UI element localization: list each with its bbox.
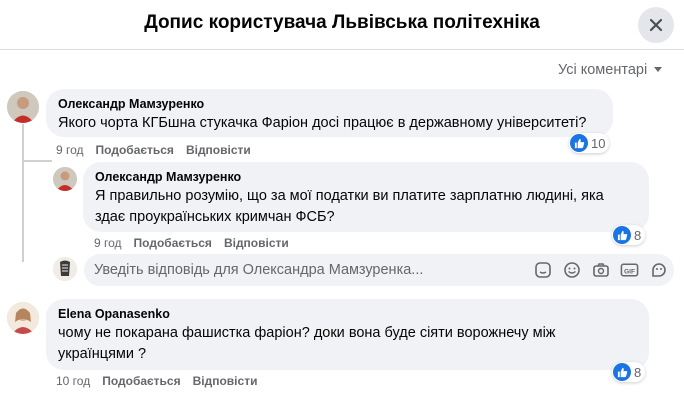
reply-button[interactable]: Відповісти	[224, 236, 289, 250]
chevron-down-icon	[654, 67, 663, 72]
comment-actions: 9 год Подобається Відповісти	[56, 143, 251, 157]
like-icon	[570, 134, 588, 152]
dialog-header: Допис користувача Львівська політехніка	[0, 0, 684, 50]
like-button[interactable]: Подобається	[102, 374, 180, 388]
like-button[interactable]: Подобається	[96, 143, 174, 157]
comment-bubble: Elena Opanasenko чому не покарана фашист…	[46, 299, 649, 370]
reaction-count[interactable]: 10	[569, 133, 610, 153]
avatar[interactable]	[7, 91, 39, 123]
comment-text: Якого чорта КГБшна стукачка Фаріон досі …	[58, 115, 587, 131]
comment-text: чому не покарана фашистка фаріон? доки в…	[58, 325, 556, 362]
like-icon	[613, 363, 631, 381]
avatar[interactable]	[53, 167, 77, 191]
comment-sort-dropdown[interactable]: Усі коментарі	[558, 62, 663, 78]
gif-icon[interactable]: GIF	[620, 260, 639, 279]
reply-text: Я правильно розумію, що за мої податки в…	[95, 188, 604, 225]
composer-icons: GIF	[533, 260, 668, 279]
comment-author[interactable]: Elena Opanasenko	[58, 307, 170, 321]
comment-time[interactable]: 10 год	[56, 374, 90, 388]
avatar	[53, 257, 77, 281]
reply-placeholder: Уведіть відповідь для Олександра Мамзуре…	[94, 262, 424, 278]
avatar[interactable]	[7, 302, 39, 334]
close-icon	[649, 18, 663, 32]
emoji-icon[interactable]	[562, 260, 581, 279]
reply-time[interactable]: 9 год	[94, 236, 122, 250]
reaction-count[interactable]: 8	[612, 225, 646, 245]
comment-bubble: Олександр Мамзуренко Якого чорта КГБшна …	[46, 89, 613, 137]
reply-actions: 9 год Подобається Відповісти	[94, 236, 289, 250]
thread-line	[22, 124, 24, 262]
comment-actions: 10 год Подобається Відповісти	[56, 374, 257, 388]
reaction-number: 8	[634, 364, 642, 380]
sort-label: Усі коментарі	[558, 62, 648, 78]
svg-text:GIF: GIF	[624, 268, 635, 275]
sticker-icon[interactable]	[533, 260, 552, 279]
like-icon	[613, 226, 631, 244]
reaction-count[interactable]: 8	[612, 362, 646, 382]
camera-icon[interactable]	[591, 260, 610, 279]
reply-author[interactable]: Олександр Мамзуренко	[95, 170, 241, 184]
reply-bubble: Олександр Мамзуренко Я правильно розумію…	[83, 162, 649, 232]
reply-button[interactable]: Відповісти	[193, 374, 258, 388]
reaction-number: 8	[634, 227, 642, 243]
dialog-title: Допис користувача Львівська політехніка	[144, 12, 540, 33]
reply-input[interactable]: Уведіть відповідь для Олександра Мамзуре…	[84, 254, 674, 286]
comment-author[interactable]: Олександр Мамзуренко	[58, 97, 204, 111]
reaction-number: 10	[591, 135, 606, 151]
like-button[interactable]: Подобається	[134, 236, 212, 250]
close-button[interactable]	[638, 7, 674, 43]
reply-button[interactable]: Відповісти	[186, 143, 251, 157]
comment-time[interactable]: 9 год	[56, 143, 84, 157]
sticker-face-icon[interactable]	[649, 260, 668, 279]
thread-line-branch	[22, 160, 52, 162]
